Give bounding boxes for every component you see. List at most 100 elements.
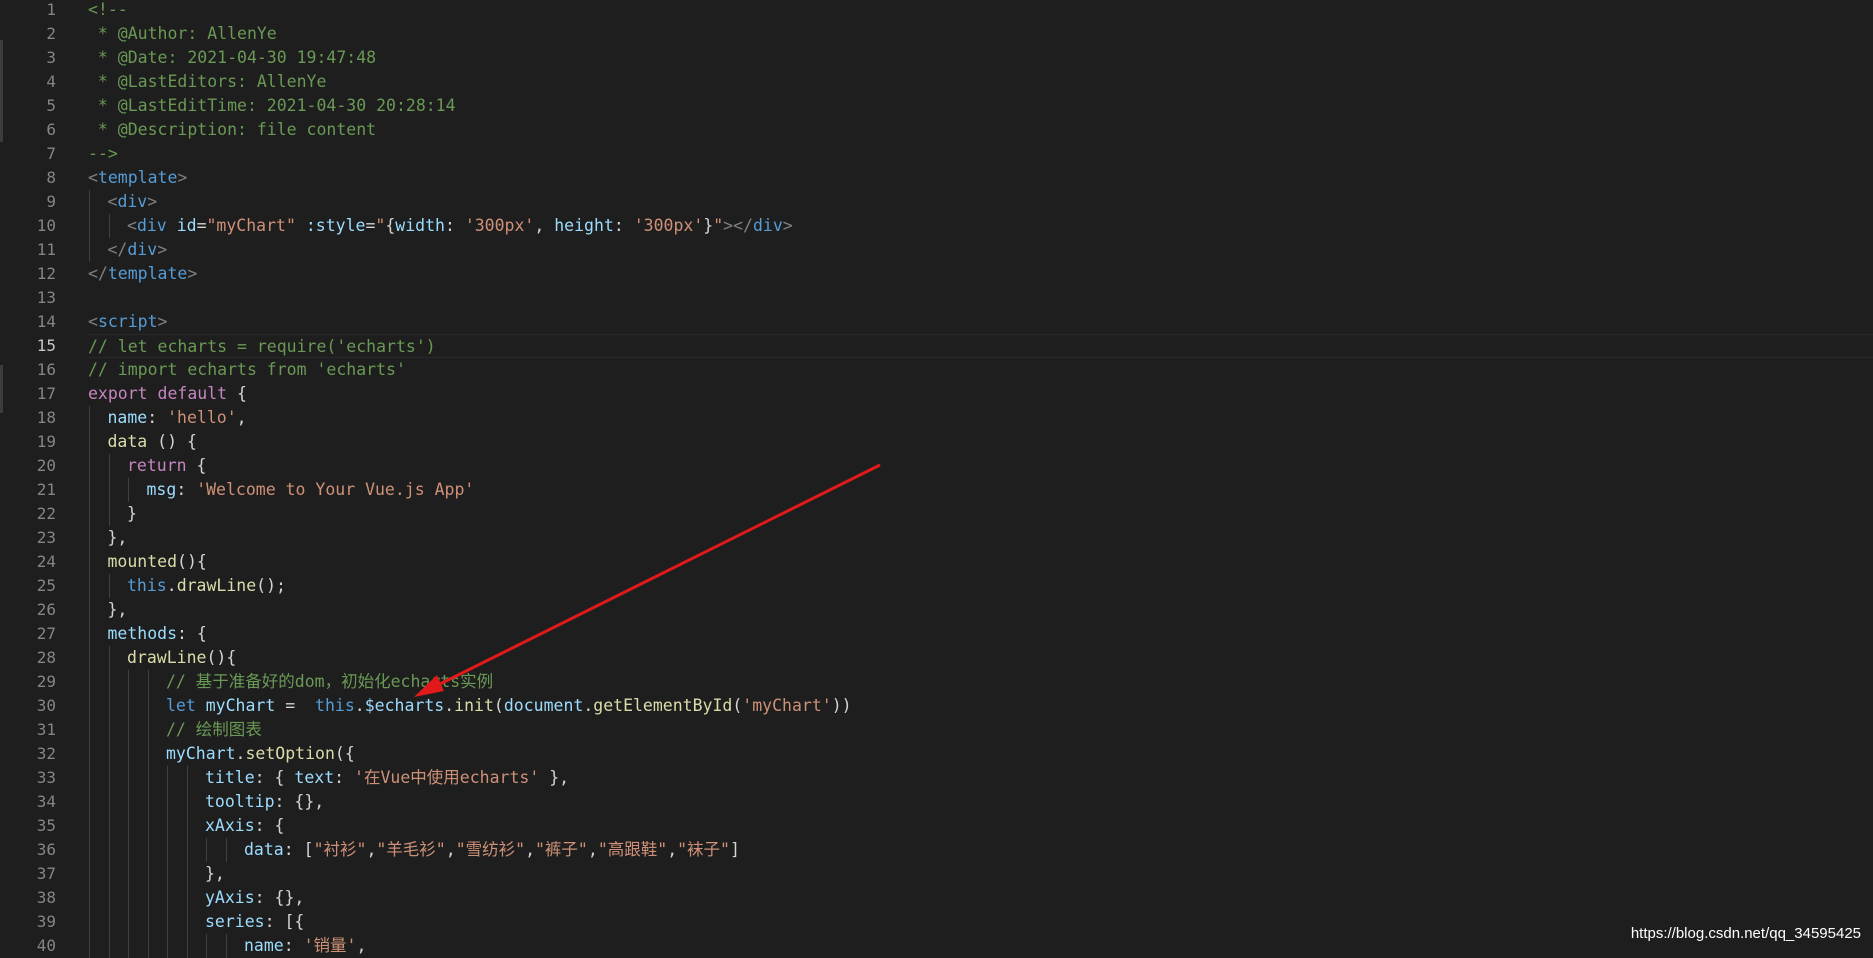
code-line[interactable]: --> — [88, 142, 1873, 166]
code-line[interactable]: tooltip: {}, — [88, 790, 1873, 814]
code-token: }, — [107, 528, 128, 547]
code-area[interactable]: <!-- * @Author: AllenYe * @Date: 2021-04… — [88, 0, 1873, 958]
code-line[interactable]: }, — [88, 598, 1873, 622]
code-line[interactable]: <script> — [88, 310, 1873, 334]
code-token: < — [107, 192, 118, 211]
line-number: 20 — [36, 456, 56, 475]
code-line[interactable]: series: [{ — [88, 910, 1873, 934]
code-token: template — [97, 168, 178, 187]
code-line[interactable]: data () { — [88, 430, 1873, 454]
code-line[interactable]: * @Date: 2021-04-30 19:47:48 — [88, 46, 1873, 70]
indent-guide — [128, 718, 129, 742]
code-line[interactable]: * @Author: AllenYe — [88, 22, 1873, 46]
code-line[interactable] — [88, 286, 1873, 310]
code-token: $echarts — [364, 696, 445, 715]
code-line[interactable]: } — [88, 502, 1873, 526]
code-token: div — [752, 216, 783, 235]
code-token: , — [236, 408, 247, 427]
code-token: = — [275, 696, 316, 715]
code-token: --> — [88, 144, 118, 163]
code-token: : — [613, 216, 634, 235]
code-line-content: }, — [205, 862, 225, 886]
code-line[interactable]: title: { text: '在Vue中使用echarts' }, — [88, 766, 1873, 790]
indent-guide — [128, 478, 129, 502]
indent-guide — [186, 814, 188, 838]
indent-guide — [186, 934, 188, 958]
code-line-content: this.drawLine(); — [127, 574, 286, 598]
code-line-content: name: '销量', — [244, 934, 366, 958]
code-line[interactable]: // import echarts from 'echarts' — [88, 358, 1873, 382]
code-line[interactable]: </div> — [88, 238, 1873, 262]
code-token: . — [166, 576, 177, 595]
line-number: 35 — [36, 816, 56, 835]
code-line[interactable]: }, — [88, 862, 1873, 886]
line-number: 32 — [36, 744, 56, 763]
code-line[interactable]: mounted(){ — [88, 550, 1873, 574]
code-line-content: // 绘制图表 — [166, 718, 262, 742]
indent-guide — [128, 814, 129, 838]
code-line[interactable]: <div id="myChart" :style="{width: '300px… — [88, 214, 1873, 238]
line-number: 19 — [36, 432, 56, 451]
code-token: drawLine — [176, 576, 257, 595]
indent-guide — [108, 790, 110, 814]
code-line[interactable]: <!-- — [88, 0, 1873, 22]
code-line-content: data () { — [108, 430, 197, 454]
code-token: }, — [107, 600, 128, 619]
code-line-content: tooltip: {}, — [205, 790, 324, 814]
code-line[interactable]: </template> — [88, 262, 1873, 286]
code-line[interactable]: <div> — [88, 190, 1873, 214]
code-line[interactable]: name: 'hello', — [88, 406, 1873, 430]
code-line[interactable]: myChart.setOption({ — [88, 742, 1873, 766]
code-token: </ — [107, 240, 128, 259]
code-line[interactable]: // let echarts = require('echarts') — [88, 334, 1873, 358]
code-token: , — [366, 840, 377, 859]
code-line[interactable]: // 基于准备好的dom，初始化echarts实例 — [88, 670, 1873, 694]
code-line[interactable]: xAxis: { — [88, 814, 1873, 838]
indent-guide — [128, 694, 129, 718]
line-number: 36 — [36, 840, 56, 859]
code-token: "myChart" — [206, 216, 296, 235]
code-editor[interactable]: 1 2 3 4 5 6 7 8 9 10 11 12 13 14 15 16 17 18 19 20 21 22 23 24 2… — [0, 0, 1873, 958]
indent-guide — [167, 862, 168, 886]
indent-guide — [89, 814, 90, 838]
code-token: "高跟鞋" — [597, 840, 668, 859]
code-line[interactable]: data: ["衬衫","羊毛衫","雪纺衫","裤子","高跟鞋","袜子"] — [88, 838, 1873, 862]
code-line[interactable]: let myChart = this.$echarts.init(documen… — [88, 694, 1873, 718]
code-line[interactable]: * @LastEditors: AllenYe — [88, 70, 1873, 94]
code-line[interactable]: return { — [88, 454, 1873, 478]
indent-guide — [89, 550, 90, 574]
code-token: } — [127, 504, 137, 523]
code-line[interactable]: drawLine(){ — [88, 646, 1873, 670]
code-line[interactable]: }, — [88, 526, 1873, 550]
code-token: " — [375, 216, 386, 235]
code-line[interactable]: export default { — [88, 382, 1873, 406]
code-token: height — [554, 216, 614, 235]
line-number-gutter: 1 2 3 4 5 6 7 8 9 10 11 12 13 14 15 16 17 18 19 20 21 22 23 24 2… — [0, 0, 70, 955]
indent-guide — [108, 694, 110, 718]
line-number: 12 — [36, 264, 56, 283]
indent-guide — [186, 838, 188, 862]
code-token: template — [107, 264, 188, 283]
code-line[interactable]: * @LastEditTime: 2021-04-30 20:28:14 — [88, 94, 1873, 118]
code-line[interactable]: msg: 'Welcome to Your Vue.js App' — [88, 478, 1873, 502]
code-line[interactable]: <template> — [88, 166, 1873, 190]
indent-guide — [147, 670, 149, 694]
code-line[interactable]: // 绘制图表 — [88, 718, 1873, 742]
code-line[interactable]: yAxis: {}, — [88, 886, 1873, 910]
line-number: 2 — [46, 24, 56, 43]
code-line[interactable]: this.drawLine(); — [88, 574, 1873, 598]
code-line[interactable]: * @Description: file content — [88, 118, 1873, 142]
code-token: let — [166, 696, 196, 715]
indent-guide — [108, 934, 110, 958]
code-line[interactable]: methods: { — [88, 622, 1873, 646]
code-token: ] — [730, 840, 740, 859]
code-line[interactable]: name: '销量', — [88, 934, 1873, 958]
indent-guide — [147, 910, 149, 934]
code-line-content: export default { — [88, 382, 247, 406]
line-number: 17 — [36, 384, 56, 403]
indent-guide — [147, 862, 149, 886]
line-number: 38 — [36, 888, 56, 907]
code-token: . — [354, 696, 365, 715]
indent-guide — [186, 766, 188, 790]
line-number: 18 — [36, 408, 56, 427]
